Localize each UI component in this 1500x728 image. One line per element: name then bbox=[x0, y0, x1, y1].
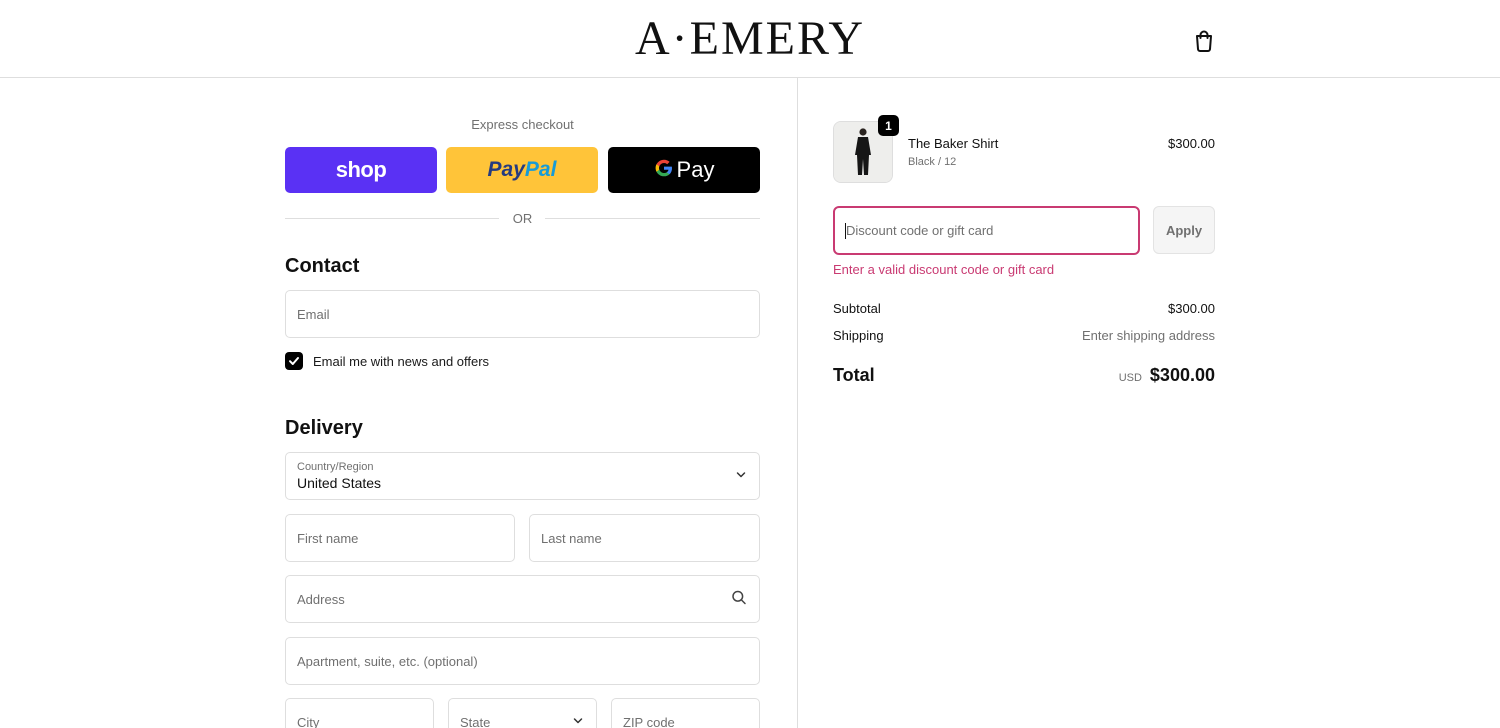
checkmark-icon bbox=[289, 357, 299, 365]
discount-error-message: Enter a valid discount code or gift card bbox=[833, 262, 1055, 277]
last-name-field[interactable]: Last name bbox=[529, 514, 760, 562]
chevron-down-icon bbox=[572, 715, 584, 728]
apply-discount-button[interactable]: Apply bbox=[1153, 206, 1215, 254]
email-field[interactable]: Email bbox=[285, 290, 760, 338]
contact-heading: Contact bbox=[285, 255, 360, 277]
newsletter-label: Email me with news and offers bbox=[313, 353, 490, 369]
address-placeholder: Address bbox=[297, 591, 345, 607]
first-name-field[interactable]: First name bbox=[285, 514, 515, 562]
product-price: $300.00 bbox=[1168, 136, 1215, 151]
first-name-placeholder: First name bbox=[297, 530, 359, 546]
subtotal-label: Subtotal bbox=[833, 301, 881, 316]
site-header: A·EMERY bbox=[0, 0, 1500, 78]
shipping-row: Shipping Enter shipping address bbox=[833, 328, 1215, 346]
subtotal-row: Subtotal $300.00 bbox=[833, 301, 1215, 319]
or-label: OR bbox=[512, 211, 533, 226]
search-icon[interactable] bbox=[731, 590, 747, 609]
total-value-group: USD $300.00 bbox=[1119, 365, 1215, 386]
subtotal-value: $300.00 bbox=[1168, 301, 1215, 316]
delivery-heading: Delivery bbox=[285, 417, 363, 439]
state-placeholder: State bbox=[460, 714, 491, 728]
quantity-badge: 1 bbox=[878, 115, 899, 136]
newsletter-option[interactable]: Email me with news and offers bbox=[285, 352, 489, 370]
google-pay-button[interactable]: Pay bbox=[608, 147, 760, 193]
google-pay-label: Pay bbox=[676, 157, 715, 182]
address-field[interactable]: Address bbox=[285, 575, 760, 623]
shipping-label: Shipping bbox=[833, 328, 884, 343]
chevron-down-icon bbox=[735, 469, 747, 484]
total-label: Total bbox=[833, 365, 875, 385]
shop-pay-label: shop bbox=[335, 157, 387, 182]
product-thumbnail: 1 bbox=[833, 115, 899, 183]
total-amount: $300.00 bbox=[1149, 365, 1215, 385]
total-currency: USD bbox=[1118, 372, 1142, 384]
country-value: United States bbox=[297, 475, 382, 491]
column-divider bbox=[797, 78, 798, 728]
or-divider: OR bbox=[285, 210, 760, 228]
country-label: Country/Region bbox=[297, 461, 374, 473]
paypal-button[interactable]: PayPal bbox=[446, 147, 598, 193]
state-select[interactable]: State bbox=[448, 698, 597, 728]
shop-pay-button[interactable]: shop bbox=[285, 147, 437, 193]
last-name-placeholder: Last name bbox=[541, 530, 602, 546]
total-row: Total USD $300.00 bbox=[833, 365, 1215, 389]
email-placeholder: Email bbox=[297, 306, 330, 322]
shopping-bag-icon[interactable] bbox=[1190, 26, 1218, 54]
country-select[interactable]: Country/Region United States bbox=[285, 452, 760, 500]
newsletter-checkbox[interactable] bbox=[285, 352, 303, 370]
brand-logo[interactable]: A·EMERY bbox=[0, 10, 1500, 68]
discount-code-input[interactable]: Discount code or gift card bbox=[833, 206, 1140, 255]
zip-placeholder: ZIP code bbox=[623, 714, 675, 728]
city-placeholder: City bbox=[297, 714, 320, 728]
product-name: The Baker Shirt bbox=[908, 136, 999, 151]
paypal-label: PayPal bbox=[487, 158, 557, 181]
express-checkout-label: Express checkout bbox=[471, 117, 574, 132]
shipping-value: Enter shipping address bbox=[1082, 328, 1215, 343]
city-field[interactable]: City bbox=[285, 698, 434, 728]
product-variant: Black / 12 bbox=[908, 156, 957, 168]
google-g-icon bbox=[654, 158, 674, 183]
discount-placeholder: Discount code or gift card bbox=[846, 223, 994, 238]
apartment-placeholder: Apartment, suite, etc. (optional) bbox=[297, 653, 478, 669]
zip-field[interactable]: ZIP code bbox=[611, 698, 760, 728]
apartment-field[interactable]: Apartment, suite, etc. (optional) bbox=[285, 637, 760, 685]
